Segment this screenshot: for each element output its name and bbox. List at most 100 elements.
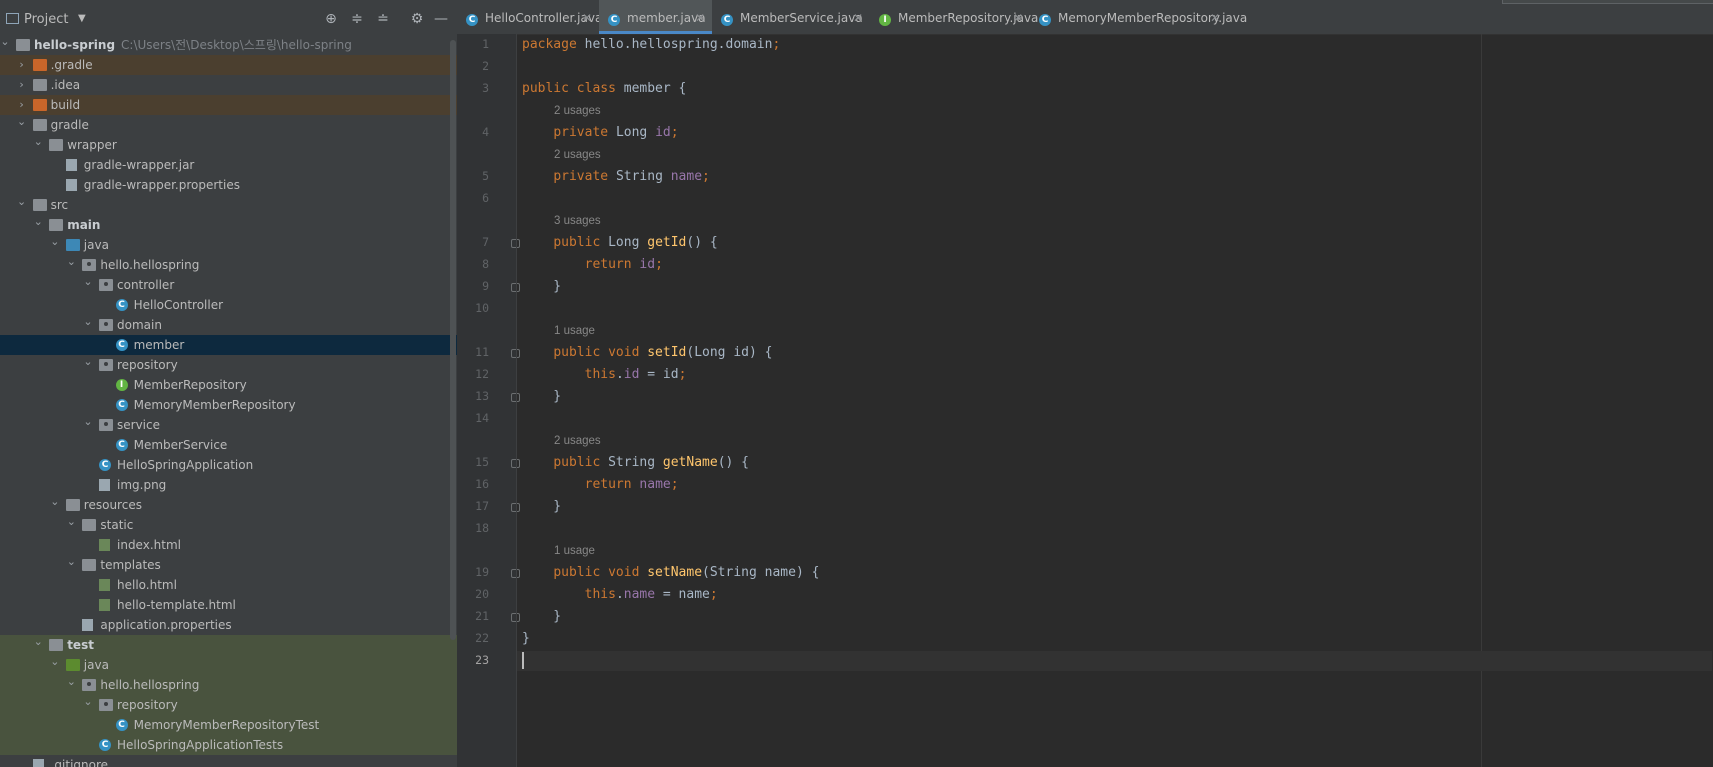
collapse-all-icon[interactable]: ≐ xyxy=(374,10,392,28)
tree-item-repo-test[interactable]: ⌄ repository xyxy=(0,695,457,715)
code-line[interactable]: private String name; xyxy=(522,167,710,187)
chevron-down-icon[interactable]: ⌄ xyxy=(17,112,27,132)
chevron-down-icon[interactable]: ⌄ xyxy=(33,212,43,232)
editor-tab[interactable]: C HelloController.java ✕ xyxy=(457,0,602,36)
code-line[interactable]: } xyxy=(522,629,530,649)
chevron-down-icon[interactable]: ⌄ xyxy=(83,412,93,432)
tree-item-label: MemberService xyxy=(133,438,228,452)
chevron-down-icon[interactable]: ⌄ xyxy=(50,492,60,512)
close-tab-icon[interactable]: ✕ xyxy=(695,0,705,36)
chevron-down-icon[interactable]: ⌄ xyxy=(66,552,76,572)
editor-tab[interactable]: I MemberRepository.java ✕ xyxy=(870,0,1038,36)
tree-item-hello-template[interactable]: hello-template.html xyxy=(0,595,457,615)
chevron-down-icon[interactable]: ⌄ xyxy=(83,692,93,712)
tree-item-templates[interactable]: ⌄ templates xyxy=(0,555,457,575)
code-line[interactable]: public class member { xyxy=(522,79,686,99)
usages-inlay-hint[interactable]: 2 usages xyxy=(554,105,601,117)
expand-all-icon[interactable]: ≑ xyxy=(348,10,366,28)
tree-item-src[interactable]: ⌄ src xyxy=(0,195,457,215)
folder-icon xyxy=(49,139,64,151)
tree-item-controller[interactable]: ⌄ controller xyxy=(0,275,457,295)
chevron-down-icon[interactable]: ⌄ xyxy=(33,632,43,652)
chevron-right-icon[interactable]: › xyxy=(17,55,27,75)
chevron-down-icon[interactable]: ⌄ xyxy=(83,272,93,292)
code-line[interactable]: this.id = id; xyxy=(522,365,687,385)
tree-item-HelloController[interactable]: C HelloController xyxy=(0,295,457,315)
chevron-down-icon[interactable]: ⌄ xyxy=(83,352,93,372)
tree-item-MemberRepository[interactable]: I MemberRepository xyxy=(0,375,457,395)
chevron-down-icon[interactable]: ⌄ xyxy=(83,312,93,332)
chevron-down-icon[interactable]: ⌄ xyxy=(50,652,60,672)
code-line[interactable]: } xyxy=(522,277,561,297)
tree-item-main[interactable]: ⌄ main xyxy=(0,215,457,235)
hide-panel-icon[interactable]: — xyxy=(432,10,450,28)
select-opened-file-icon[interactable]: ⊕ xyxy=(322,10,340,28)
tree-item-member[interactable]: Cmember xyxy=(0,335,457,355)
code-line[interactable]: } xyxy=(522,607,561,627)
chevron-down-icon[interactable]: ▼ xyxy=(78,13,86,24)
editor-tab[interactable]: C MemoryMemberRepository.java ✕ xyxy=(1030,0,1247,36)
chevron-right-icon[interactable]: › xyxy=(17,75,27,95)
usages-inlay-hint[interactable]: 3 usages xyxy=(554,215,601,227)
code-line[interactable]: private Long id; xyxy=(522,123,678,143)
usages-inlay-hint[interactable]: 1 usage xyxy=(554,545,595,557)
code-line[interactable]: return id; xyxy=(522,255,663,275)
close-tab-icon[interactable]: ✕ xyxy=(1210,0,1220,36)
tree-item-repository[interactable]: ⌄ repository xyxy=(0,355,457,375)
chevron-down-icon[interactable]: ⌄ xyxy=(33,132,43,152)
tree-item-MemberService[interactable]: C MemberService xyxy=(0,435,457,455)
tree-item-service[interactable]: ⌄ service xyxy=(0,415,457,435)
tree-item-gitignore[interactable]: .gitignore xyxy=(0,755,457,767)
search-field-edge[interactable] xyxy=(1502,0,1713,4)
tree-item-gradle[interactable]: ⌄ gradle xyxy=(0,115,457,135)
editor-tab[interactable]: C MemberService.java ✕ xyxy=(712,0,870,34)
tree-item-hello[interactable]: hello.html xyxy=(0,575,457,595)
code-line[interactable]: public void setId(Long id) { xyxy=(522,343,772,363)
tree-item-wrapper[interactable]: ⌄ wrapper xyxy=(0,135,457,155)
tree-item-domain[interactable]: ⌄ domain xyxy=(0,315,457,335)
code-line[interactable]: public Long getId() { xyxy=(522,233,717,253)
tree-item-pkg-main[interactable]: ⌄ hello.hellospring xyxy=(0,255,457,275)
code-line[interactable]: public String getName() { xyxy=(522,453,749,473)
tree-item-label: MemoryMemberRepository xyxy=(133,398,296,412)
chevron-down-icon[interactable]: ⌄ xyxy=(66,512,76,532)
chevron-down-icon[interactable]: ⌄ xyxy=(66,252,76,272)
tree-item-root[interactable]: ⌄ hello-spring C:\Users\전\Desktop\스프링\hell… xyxy=(0,35,457,55)
close-tab-icon[interactable]: ✕ xyxy=(1013,0,1023,36)
chevron-down-icon[interactable]: ⌄ xyxy=(66,672,76,692)
code-token: String xyxy=(608,455,663,470)
chevron-down-icon[interactable]: ⌄ xyxy=(50,232,60,252)
tree-item-gradle-wrapper-jar[interactable]: gradle-wrapper.jar xyxy=(0,155,457,175)
tree-scrollbar[interactable] xyxy=(450,40,456,640)
code-line[interactable]: this.name = name; xyxy=(522,585,718,605)
tree-item-build[interactable]: › build xyxy=(0,95,457,115)
code-line[interactable]: package hello.hellospring.domain; xyxy=(522,35,780,55)
tree-item-app-props[interactable]: application.properties xyxy=(0,615,457,635)
close-tab-icon[interactable]: ✕ xyxy=(582,0,592,36)
code-line[interactable] xyxy=(517,651,1712,671)
chevron-down-icon[interactable]: ⌄ xyxy=(0,32,10,52)
code-line[interactable]: public void setName(String name) { xyxy=(522,563,819,583)
chevron-down-icon[interactable]: ⌄ xyxy=(17,192,27,212)
usages-inlay-hint[interactable]: 1 usage xyxy=(554,325,595,337)
usages-inlay-hint[interactable]: 2 usages xyxy=(554,149,601,161)
code-line[interactable]: } xyxy=(522,497,561,517)
tree-item-img[interactable]: img.png xyxy=(0,475,457,495)
code-line[interactable]: return name; xyxy=(522,475,679,495)
tree-item-test[interactable]: ⌄ test xyxy=(0,635,457,655)
tree-item-gradle-wrapper-props[interactable]: gradle-wrapper.properties xyxy=(0,175,457,195)
tree-item-MemoryMemberRepositoryTest[interactable]: C MemoryMemberRepositoryTest xyxy=(0,715,457,735)
tree-item-HelloSpringApplicationTests[interactable]: C HelloSpringApplicationTests xyxy=(0,735,457,755)
tree-item-HelloSpringApplication[interactable]: C HelloSpringApplication xyxy=(0,455,457,475)
project-panel-title[interactable]: Project xyxy=(24,12,68,27)
tree-item-idea[interactable]: › .idea xyxy=(0,75,457,95)
tree-item-pkg-test[interactable]: ⌄ hello.hellospring xyxy=(0,675,457,695)
close-tab-icon[interactable]: ✕ xyxy=(853,0,863,36)
tree-item-MemoryMemberRepository[interactable]: C MemoryMemberRepository xyxy=(0,395,457,415)
tree-item-static[interactable]: ⌄ static xyxy=(0,515,457,535)
tree-item-gradle-hidden[interactable]: › .gradle xyxy=(0,55,457,75)
editor-tab[interactable]: Cmember.java ✕ xyxy=(599,0,712,34)
usages-inlay-hint[interactable]: 2 usages xyxy=(554,435,601,447)
code-line[interactable]: } xyxy=(522,387,561,407)
gear-icon[interactable]: ⚙ xyxy=(408,10,426,28)
